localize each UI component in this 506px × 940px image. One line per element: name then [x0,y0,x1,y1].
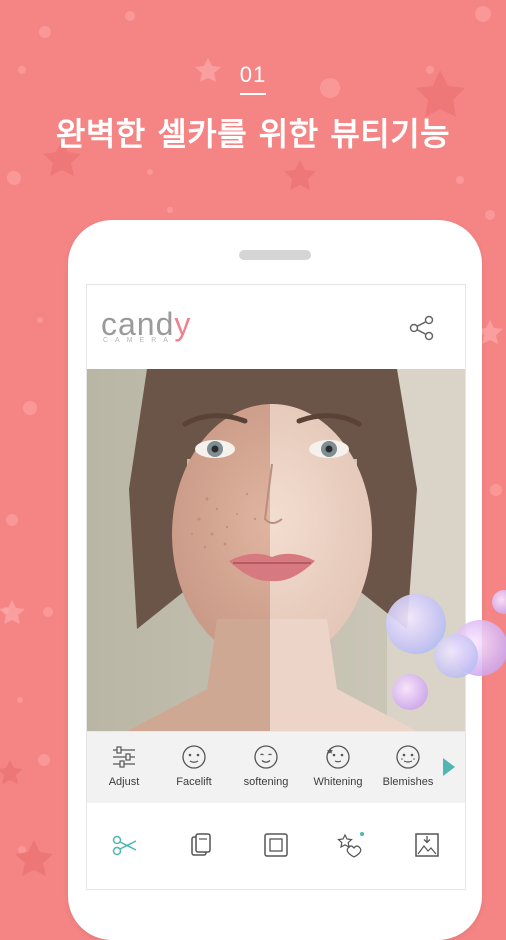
logo-wordmark-suffix: y [174,306,192,342]
app-bar: candy CAMERA [87,285,465,369]
phone-mockup: candy CAMERA Adjust Facelift softening W… [68,220,482,940]
filter-label: Facelift [176,776,212,788]
share-icon [409,315,434,341]
portrait-image [87,369,465,731]
face-icon [254,745,278,769]
scissors-icon [112,835,137,856]
phone-speaker [239,250,311,260]
logo-wordmark: candy [101,306,192,342]
promo-header: 01 완벽한 셀카를 위한 뷰티기능 [0,62,506,155]
filter-softening[interactable]: softening [233,744,299,788]
app-screen: candy CAMERA Adjust Facelift softening W… [86,284,466,890]
bottom-toolbar [87,803,465,889]
beauty-filter-bar: Adjust Facelift softening Whitening Blem… [87,731,465,805]
filter-facelift[interactable]: Facelift [161,744,227,788]
frame-button[interactable] [262,831,290,859]
sticker-button[interactable] [187,831,215,859]
decorate-stars-icon [337,832,364,858]
filter-label: Adjust [108,776,140,788]
filter-label: Whitening [313,776,363,788]
sticker-frame-icon [191,833,211,856]
filter-label: Blemishes [382,776,434,788]
step-number: 01 [239,62,267,95]
filter-adjust[interactable]: Adjust [91,744,157,788]
filter-whitening[interactable]: Whitening [305,744,371,788]
decorate-button[interactable] [337,831,365,859]
next-filters-arrow-icon[interactable] [443,758,455,776]
face-icon [326,745,350,769]
save-button[interactable] [413,831,441,859]
share-button[interactable] [409,315,435,341]
cut-button[interactable] [111,831,139,859]
promo-headline: 완벽한 셀카를 위한 뷰티기능 [55,115,451,153]
filter-label: softening [243,776,289,788]
square-frame-icon [264,833,288,857]
save-image-icon [415,833,439,857]
face-icon [396,745,420,769]
candy-camera-logo: candy CAMERA [101,306,192,344]
edited-photo[interactable] [87,369,465,731]
face-icon [182,745,206,769]
filter-blemishes[interactable]: Blemishes [375,744,441,788]
sliders-icon [113,746,135,768]
